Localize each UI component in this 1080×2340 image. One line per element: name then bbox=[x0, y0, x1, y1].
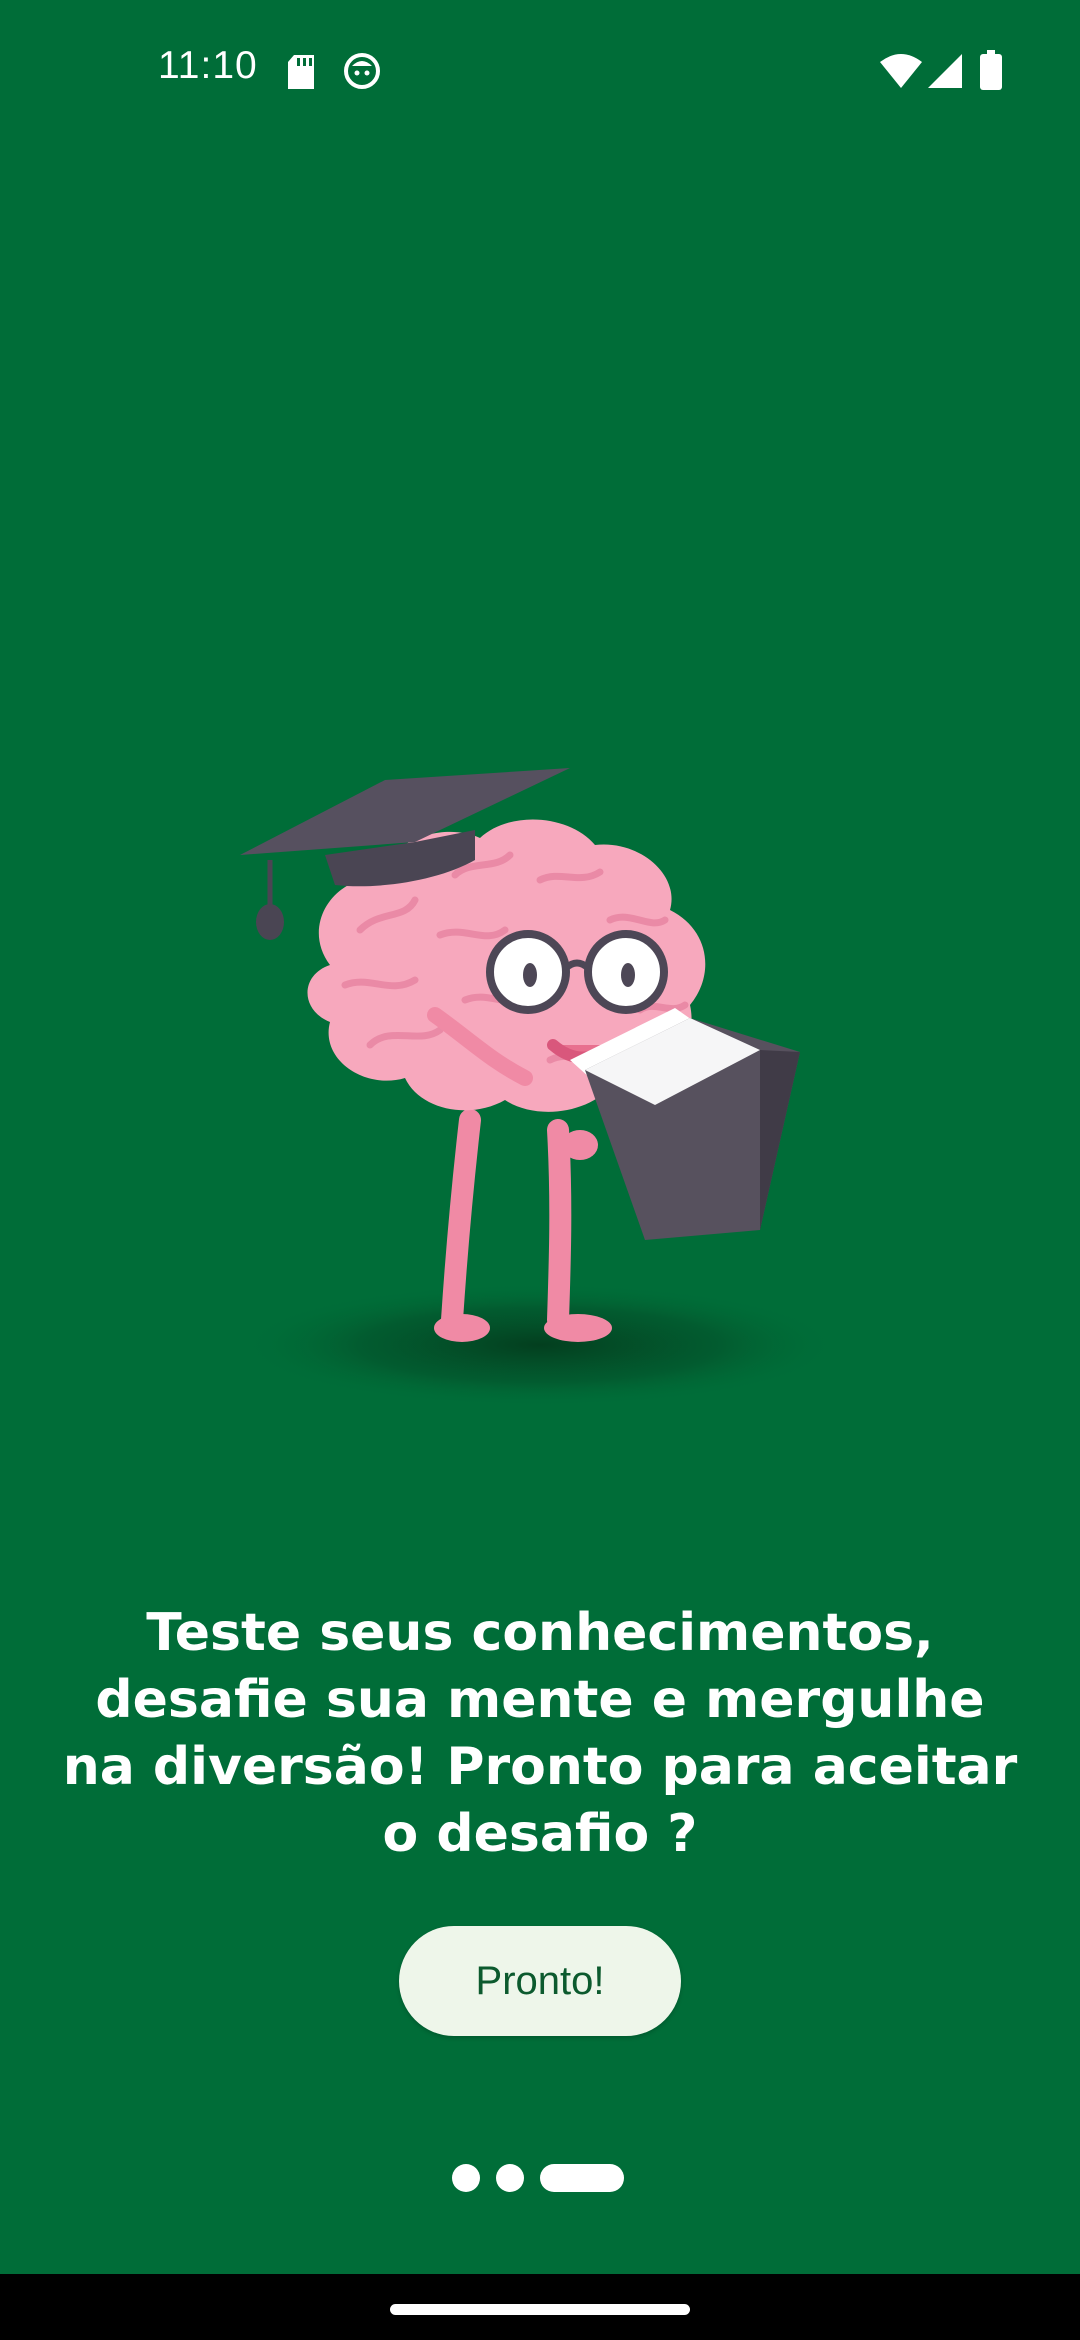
graduate-brain-reading-book-icon bbox=[240, 768, 840, 1407]
navigation-bar bbox=[0, 2274, 1080, 2340]
onboarding-headline: Teste seus conhecimentos, desafie sua me… bbox=[62, 1603, 1018, 1864]
battery-icon bbox=[980, 50, 1002, 90]
sd-card-icon bbox=[288, 55, 314, 89]
status-time: 11:10 bbox=[158, 44, 258, 87]
page-indicator bbox=[452, 2164, 624, 2192]
status-bar: 11:10 bbox=[0, 0, 1080, 140]
page-dot[interactable] bbox=[496, 2164, 524, 2192]
face-icon bbox=[344, 53, 380, 89]
home-gesture-handle[interactable] bbox=[390, 2304, 690, 2315]
cellular-signal-icon bbox=[928, 54, 962, 88]
wifi-icon bbox=[880, 54, 922, 88]
page-dot-active[interactable] bbox=[540, 2164, 624, 2192]
page-dot[interactable] bbox=[452, 2164, 480, 2192]
pronto-button[interactable]: Pronto! bbox=[399, 1926, 681, 2036]
